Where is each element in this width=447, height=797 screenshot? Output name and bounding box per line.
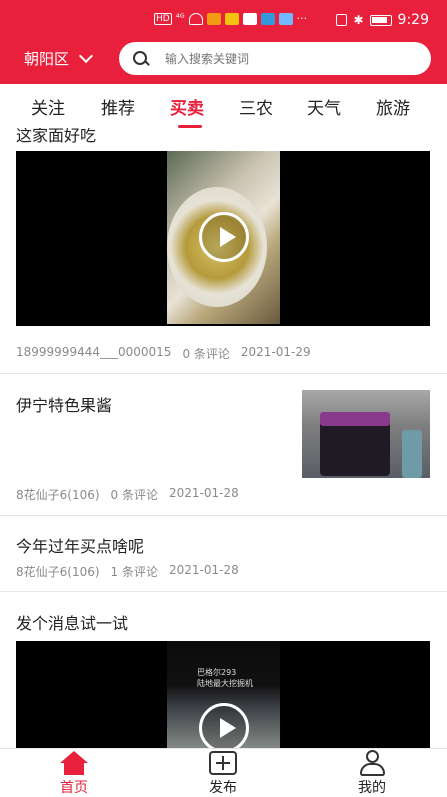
divider [0, 515, 447, 516]
category-tabs: 关注 推荐 买卖 三农 天气 旅游 [0, 84, 447, 128]
status-left-icons: HD ⁴ᴳ ··· [154, 12, 307, 25]
wifi-icon [188, 12, 203, 25]
jar-lid [320, 412, 390, 426]
search-bar[interactable] [119, 42, 431, 75]
play-icon[interactable] [199, 703, 249, 748]
user-icon [358, 750, 386, 776]
post-date: 2021-01-28 [169, 563, 239, 577]
search-input[interactable] [165, 51, 405, 66]
top-header: HD ⁴ᴳ ··· ✱ 9:29 朝阳区 [0, 0, 447, 84]
post-title[interactable]: 今年过年买点啥呢 [16, 533, 144, 557]
app-icon-lightblue [278, 12, 293, 25]
tab-buy-sell[interactable]: 买卖 [170, 94, 204, 128]
divider [0, 591, 447, 592]
bluetooth-icon: ✱ [353, 13, 364, 27]
post-author: 8花仙子6(106) [16, 565, 100, 579]
post-comments: 1 条评论 [110, 565, 158, 579]
play-icon[interactable] [199, 212, 249, 262]
app-icon-orange [206, 12, 221, 25]
post-comments: 0 条评论 [110, 488, 158, 502]
battery-icon [369, 14, 392, 26]
search-icon [133, 50, 149, 67]
nav-home-label: 首页 [60, 780, 88, 796]
app-icon-white [242, 12, 257, 25]
post-title[interactable]: 这家面好吃 [16, 128, 96, 146]
bottle-image [402, 430, 422, 478]
divider [0, 373, 447, 374]
nav-mine-label: 我的 [358, 780, 386, 796]
status-right: ✱ 9:29 [336, 12, 429, 28]
nfc-icon [336, 14, 348, 26]
nav-publish-label: 发布 [209, 780, 237, 796]
app-icon-blue [260, 12, 275, 25]
chevron-down-icon [78, 48, 94, 63]
video-player[interactable] [16, 151, 430, 326]
post-author: 18999999444___0000015 [16, 345, 172, 359]
post-meta: 8花仙子6(106) 1 条评论 2021-01-28 [16, 563, 239, 580]
post-date: 2021-01-29 [240, 345, 311, 359]
tab-weather[interactable]: 天气 [307, 94, 341, 119]
tab-follow[interactable]: 关注 [31, 94, 65, 119]
post-thumbnail[interactable] [302, 390, 430, 478]
post-meta: 8花仙子6(106) 0 条评论 2021-01-28 [16, 486, 239, 503]
hd-icon: HD [154, 12, 172, 25]
nav-home[interactable]: 首页 [24, 749, 124, 797]
nav-mine[interactable]: 我的 [322, 749, 422, 797]
nav-publish[interactable]: 发布 [173, 749, 273, 797]
location-selector[interactable]: 朝阳区 [24, 48, 94, 69]
bottom-nav: 首页 发布 我的 [0, 748, 447, 797]
post-meta: 18999999444___0000015 0 条评论 2021-01-29 [16, 345, 311, 362]
app-icon-yellow [224, 12, 239, 25]
plus-icon [209, 751, 237, 775]
more-dots-icon: ··· [296, 12, 308, 25]
signal-icon: ⁴ᴳ [175, 13, 185, 24]
home-icon [60, 751, 88, 775]
post-comments: 0 条评论 [182, 347, 230, 361]
status-bar: HD ⁴ᴳ ··· ✱ 9:29 [0, 0, 447, 40]
video-player[interactable]: 巴格尔293 陆地最大挖掘机 [16, 641, 430, 748]
post-author: 8花仙子6(106) [16, 488, 100, 502]
post-title[interactable]: 伊宁特色果酱 [16, 392, 112, 416]
tab-travel[interactable]: 旅游 [376, 94, 410, 119]
tab-agriculture[interactable]: 三农 [239, 94, 273, 119]
tab-recommend[interactable]: 推荐 [101, 94, 135, 119]
post-date: 2021-01-28 [169, 486, 239, 500]
clock: 9:29 [397, 12, 429, 28]
location-label: 朝阳区 [24, 50, 70, 68]
feed-list[interactable]: 这家面好吃 18999999444___0000015 0 条评论 2021-0… [0, 128, 447, 748]
video-caption: 巴格尔293 陆地最大挖掘机 [197, 668, 253, 688]
post-title[interactable]: 发个消息试一试 [16, 610, 128, 634]
